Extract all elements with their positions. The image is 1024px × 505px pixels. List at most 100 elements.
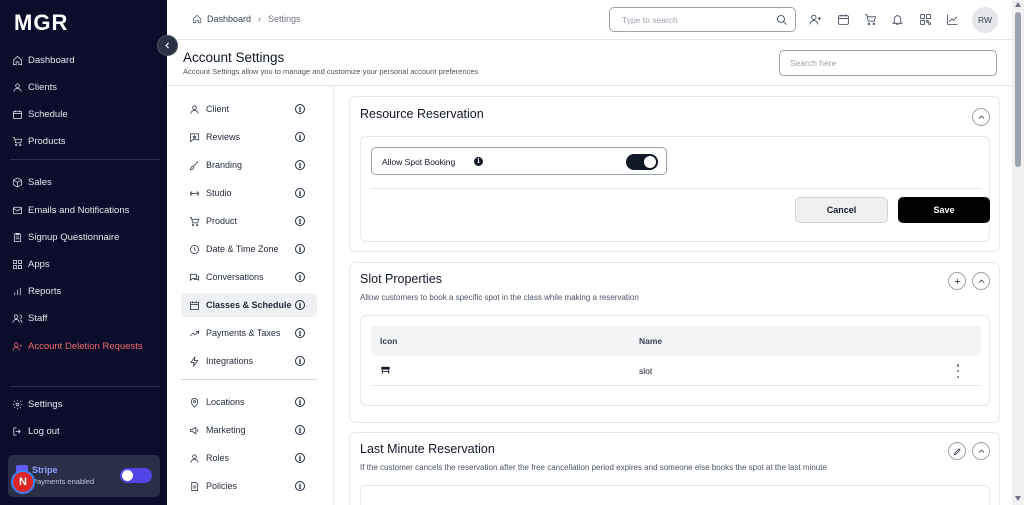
sidebar-item-dashboard[interactable]: Dashboard [12, 52, 74, 68]
settings-menu-classes-schedule[interactable]: Classes & Schedule i [181, 293, 317, 317]
settings-menu-policies[interactable]: Policies i [181, 474, 317, 498]
apps-icon [13, 259, 22, 269]
settings-menu-integrations[interactable]: Integrations i [181, 349, 317, 373]
divider [371, 188, 981, 189]
clipboard-icon [13, 232, 22, 242]
collapse-button[interactable] [972, 442, 990, 460]
gear-icon [12, 399, 23, 409]
card-subtitle: If the customer cancels the reservation … [360, 463, 827, 472]
info-icon[interactable]: i [295, 104, 305, 114]
sidebar-item-logout[interactable]: Log out [12, 423, 60, 439]
settings-search-input[interactable]: Search here [779, 50, 997, 76]
scroll-up-arrow-icon[interactable] [1015, 2, 1021, 7]
settings-menu-label: Reviews [206, 132, 241, 142]
cancel-button[interactable]: Cancel [795, 197, 888, 223]
settings-menu-label: Locations [206, 397, 245, 407]
settings-menu-product[interactable]: Product i [181, 209, 317, 233]
collapse-sidebar-button[interactable] [157, 35, 178, 56]
info-icon[interactable]: i [295, 188, 305, 198]
settings-menu-roles[interactable]: Roles i [181, 446, 317, 470]
bar-chart-icon [14, 287, 21, 295]
sidebar-item-clients[interactable]: Clients [12, 79, 57, 95]
column-header-name: Name [639, 336, 663, 346]
topbar: Dashboard › Settings Type to search RW [167, 0, 1012, 40]
qr-icon[interactable] [919, 13, 932, 26]
info-icon[interactable]: i [295, 453, 305, 463]
sidebar-item-account-deletion[interactable]: Account Deletion Requests [12, 338, 143, 354]
settings-menu-reviews[interactable]: Reviews i [181, 125, 317, 149]
info-icon[interactable]: i [295, 481, 305, 491]
settings-menu-label: Policies [206, 481, 238, 491]
info-icon[interactable]: i [474, 157, 483, 166]
info-icon[interactable]: i [295, 425, 305, 435]
sidebar: MGR Dashboard Clients Schedule Products … [0, 0, 167, 505]
sidebar-item-signup[interactable]: Signup Questionnaire [12, 229, 119, 245]
sidebar-item-label: Settings [28, 398, 63, 410]
sidebar-item-apps[interactable]: Apps [12, 256, 50, 272]
info-icon[interactable]: i [295, 132, 305, 142]
search-icon[interactable] [776, 14, 788, 26]
settings-menu-conversations[interactable]: Conversations i [181, 265, 317, 289]
edit-button[interactable] [948, 442, 966, 460]
save-button[interactable]: Save [898, 197, 990, 223]
info-icon[interactable]: i [295, 397, 305, 407]
sidebar-item-settings[interactable]: Settings [12, 396, 62, 412]
breadcrumb-home[interactable]: Dashboard [207, 14, 251, 24]
breadcrumb: Dashboard › Settings [192, 14, 301, 24]
page-scrollbar[interactable] [1012, 0, 1024, 505]
info-icon[interactable]: i [295, 300, 305, 310]
settings-menu-label: Conversations [206, 272, 264, 282]
slot-table: Icon Name slot [360, 315, 990, 406]
collapse-button[interactable] [972, 272, 990, 290]
info-icon[interactable]: i [295, 356, 305, 366]
trend-icon [190, 330, 199, 336]
table-row[interactable]: slot [371, 356, 981, 386]
sidebar-item-products[interactable]: Products [12, 133, 66, 149]
card-subtitle: Allow customers to book a specific spot … [360, 293, 639, 302]
sidebar-item-schedule[interactable]: Schedule [12, 106, 68, 122]
stripe-toggle[interactable] [120, 468, 152, 483]
resource-reservation-panel: Allow Spot Booking i Cancel Save [360, 136, 990, 242]
collapse-button[interactable] [972, 108, 990, 126]
sidebar-item-sales[interactable]: Sales [12, 174, 52, 190]
settings-menu-payments-taxes[interactable]: Payments & Taxes i [181, 321, 317, 345]
sidebar-item-staff[interactable]: Staff [12, 310, 47, 326]
settings-menu-label: Roles [206, 453, 230, 463]
info-icon[interactable]: i [295, 216, 305, 226]
cart-icon[interactable] [864, 13, 877, 26]
notification-badge[interactable]: N [11, 470, 35, 494]
bell-icon[interactable] [891, 13, 904, 26]
settings-menu-label: Payments & Taxes [206, 328, 281, 338]
more-options-icon[interactable] [956, 364, 960, 378]
settings-menu-locations[interactable]: Locations i [181, 390, 317, 414]
scrollbar-thumb[interactable] [1015, 12, 1021, 167]
add-user-icon[interactable] [809, 13, 822, 26]
info-icon[interactable]: i [295, 328, 305, 338]
settings-menu-branding[interactable]: Branding i [181, 153, 317, 177]
sidebar-item-label: Clients [28, 81, 58, 93]
settings-menu-label: Classes & Schedule [206, 300, 292, 310]
settings-menu-client[interactable]: Client i [181, 97, 317, 121]
search-placeholder: Type to search [622, 15, 678, 25]
info-icon[interactable]: i [295, 244, 305, 254]
settings-menu-date-time[interactable]: Date & Time Zone i [181, 237, 317, 261]
sidebar-item-label: Apps [28, 258, 50, 270]
info-icon[interactable]: i [295, 160, 305, 170]
scroll-down-arrow-icon[interactable] [1015, 496, 1021, 501]
sidebar-item-label: Products [28, 135, 66, 147]
settings-menu-marketing[interactable]: Marketing i [181, 418, 317, 442]
sidebar-item-reports[interactable]: Reports [12, 283, 61, 299]
trend-icon[interactable] [946, 13, 959, 26]
table-header: Icon Name [371, 326, 981, 356]
avatar[interactable]: RW [972, 7, 998, 33]
add-slot-button[interactable] [948, 272, 966, 290]
allow-spot-booking-toggle[interactable] [626, 154, 658, 170]
settings-menu-studio[interactable]: Studio i [181, 181, 317, 205]
info-icon[interactable]: i [295, 272, 305, 282]
sidebar-item-label: Sales [28, 176, 52, 188]
sidebar-divider [10, 159, 160, 160]
sidebar-item-emails[interactable]: Emails and Notifications [12, 202, 129, 218]
calendar-icon[interactable] [837, 13, 850, 26]
search-placeholder: Search here [790, 58, 837, 68]
global-search-input[interactable]: Type to search [609, 7, 796, 32]
